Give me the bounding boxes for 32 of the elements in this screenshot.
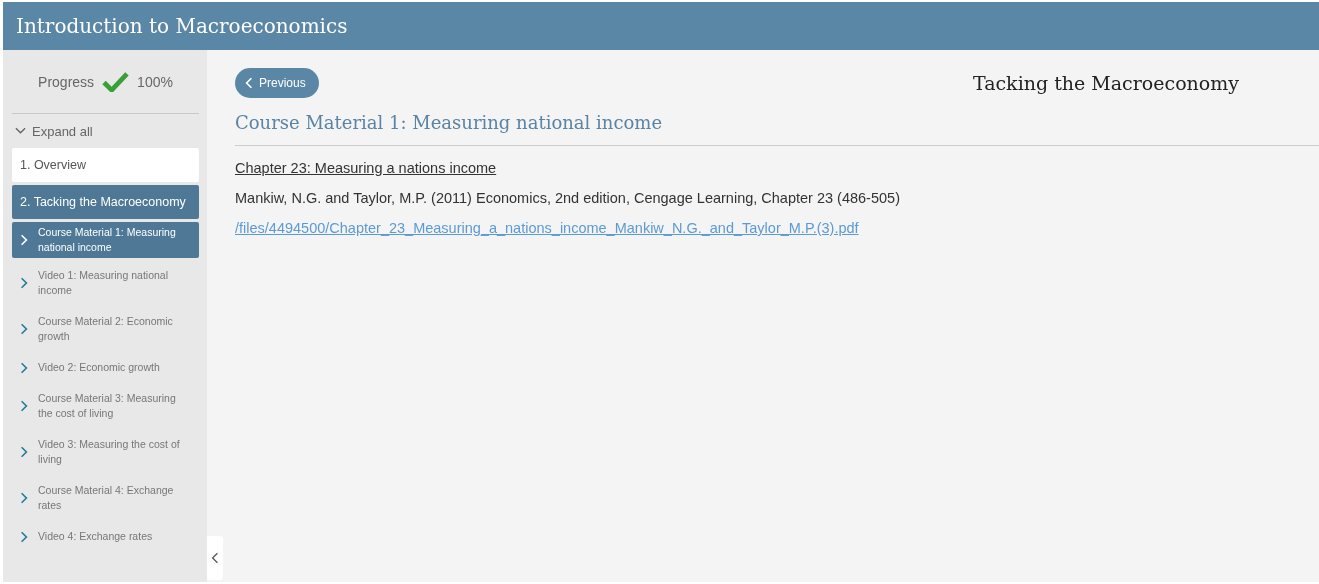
module-item[interactable]: 2. Tacking the Macroeconomy bbox=[12, 185, 199, 219]
previous-button[interactable]: Previous bbox=[235, 68, 319, 98]
lesson-heading: Course Material 1: Measuring national income bbox=[235, 112, 1319, 146]
lesson-item[interactable]: Video 1: Measuring national income bbox=[12, 265, 199, 301]
course-title: Introduction to Macroeconomics bbox=[16, 14, 348, 38]
file-link[interactable]: /files/4494500/Chapter_23_Measuring_a_nations_income_Mankiw_N.G._and_Taylor_M.P.(3).pdf bbox=[235, 220, 859, 236]
chevron-right-icon bbox=[20, 492, 28, 504]
lesson-item[interactable]: Course Material 3: Measuring the cost of living bbox=[12, 388, 199, 424]
progress-label: Progress bbox=[38, 73, 95, 90]
expand-all-button[interactable]: Expand all bbox=[12, 114, 199, 148]
module-item[interactable]: 1. Overview bbox=[12, 148, 199, 182]
chevron-left-icon bbox=[245, 77, 253, 89]
lesson-item[interactable]: Video 4: Exchange rates bbox=[12, 526, 199, 547]
chevron-down-icon bbox=[15, 127, 26, 135]
chevron-right-icon bbox=[20, 530, 28, 543]
chevron-left-icon bbox=[211, 552, 219, 564]
chevron-right-icon bbox=[20, 323, 28, 335]
lesson-item[interactable]: Course Material 4: Exchange rates bbox=[12, 480, 199, 516]
module-title: Tacking the Macroeconomy bbox=[972, 72, 1239, 94]
progress-value: 100% bbox=[137, 73, 173, 90]
lesson-item[interactable]: Video 2: Economic growth bbox=[12, 357, 199, 378]
lesson-item[interactable]: Course Material 2: Economic growth bbox=[12, 311, 199, 347]
chevron-right-icon bbox=[20, 277, 28, 289]
chevron-right-icon bbox=[20, 234, 28, 246]
reference-text: Mankiw, N.G. and Taylor, M.P. (2011) Economics, 2nd edition, Cengage Learning, Chapter 23 (486-505) bbox=[235, 190, 901, 206]
chevron-right-icon bbox=[20, 400, 28, 412]
collapse-sidebar-button[interactable] bbox=[207, 536, 223, 580]
chevron-right-icon bbox=[20, 446, 28, 458]
lesson-item[interactable]: Course Material 1: Measuring national income bbox=[12, 222, 199, 258]
chapter-link[interactable]: Chapter 23: Measuring a nations income bbox=[235, 160, 497, 176]
chevron-right-icon bbox=[20, 361, 28, 374]
lesson-item[interactable]: Video 3: Measuring the cost of living bbox=[12, 434, 199, 470]
